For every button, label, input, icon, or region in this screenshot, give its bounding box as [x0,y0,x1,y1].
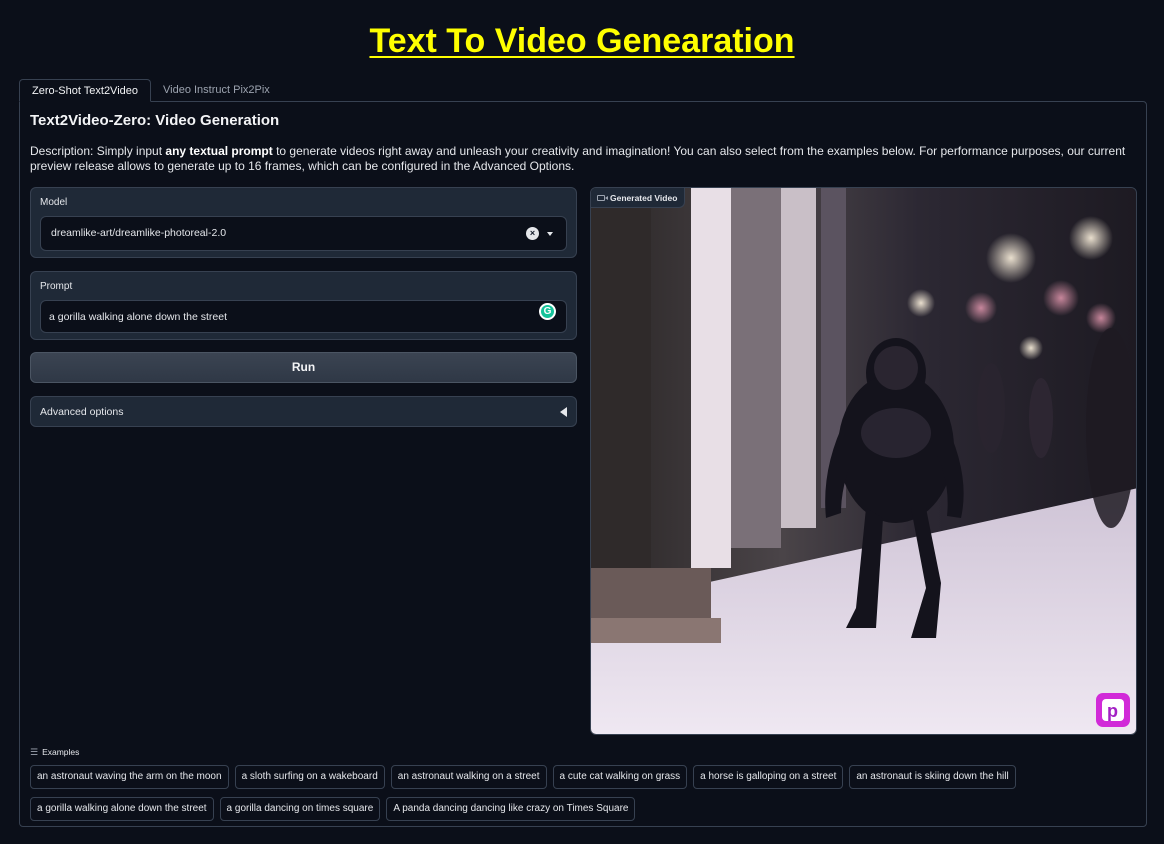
prompt-label: Prompt [40,281,73,292]
model-label: Model [40,197,68,208]
triangle-left-icon[interactable] [560,407,567,417]
description: Description: Simply input any textual pr… [30,144,1140,174]
chevron-down-icon[interactable] [547,232,553,236]
example-chip[interactable]: an astronaut is skiing down the hill [849,765,1016,789]
generated-video[interactable]: Generated Video p [590,187,1137,735]
tab-zero-shot-text2video[interactable]: Zero-Shot Text2Video [19,79,151,102]
examples-label: Examples [42,747,80,757]
example-chip[interactable]: a cute cat walking on grass [552,765,688,789]
video-camera-icon [597,194,608,201]
page-title: Text To Video Genearation [369,22,795,60]
grammarly-icon[interactable]: G [539,303,556,320]
example-chip[interactable]: an astronaut walking on a street [390,765,547,789]
video-label-badge: Generated Video [591,188,686,208]
run-button[interactable]: Run [30,352,577,383]
prompt-value: a gorilla walking alone down the street [49,311,228,323]
tab-panel: Text2Video-Zero: Video Generation Descri… [19,101,1147,827]
examples-list: an astronaut waving the arm on the moon … [30,765,1140,821]
tab-bar: Zero-Shot Text2Video Video Instruct Pix2… [19,79,282,102]
svg-text:p: p [1107,701,1118,721]
example-chip[interactable]: A panda dancing dancing like crazy on Ti… [386,797,636,821]
example-chip[interactable]: a sloth surfing on a wakeboard [234,765,385,789]
list-icon: ☰ [30,746,39,757]
video-frame: p [591,188,1136,734]
advanced-options-label: Advanced options [40,406,124,418]
video-label: Generated Video [610,192,678,203]
section-title: Text2Video-Zero: Video Generation [30,112,280,129]
model-dropdown[interactable]: dreamlike-art/dreamlike-photoreal-2.0 × [40,216,567,251]
clear-icon[interactable]: × [526,227,539,240]
model-value: dreamlike-art/dreamlike-photoreal-2.0 [51,227,227,239]
example-chip[interactable]: an astronaut waving the arm on the moon [30,765,229,789]
example-chip[interactable]: a gorilla walking alone down the street [30,797,214,821]
model-block: Model dreamlike-art/dreamlike-photoreal-… [30,187,577,258]
prompt-input[interactable]: a gorilla walking alone down the street … [40,300,567,333]
description-prefix: Description: Simply input [30,144,166,158]
prompt-block: Prompt a gorilla walking alone down the … [30,271,577,340]
examples-header: ☰ Examples [30,747,79,757]
example-chip[interactable]: a horse is galloping on a street [693,765,844,789]
tab-video-instruct-pix2pix[interactable]: Video Instruct Pix2Pix [151,79,282,102]
example-chip[interactable]: a gorilla dancing on times square [219,797,381,821]
advanced-options-accordion[interactable]: Advanced options [30,396,577,427]
description-bold: any textual prompt [165,144,273,158]
